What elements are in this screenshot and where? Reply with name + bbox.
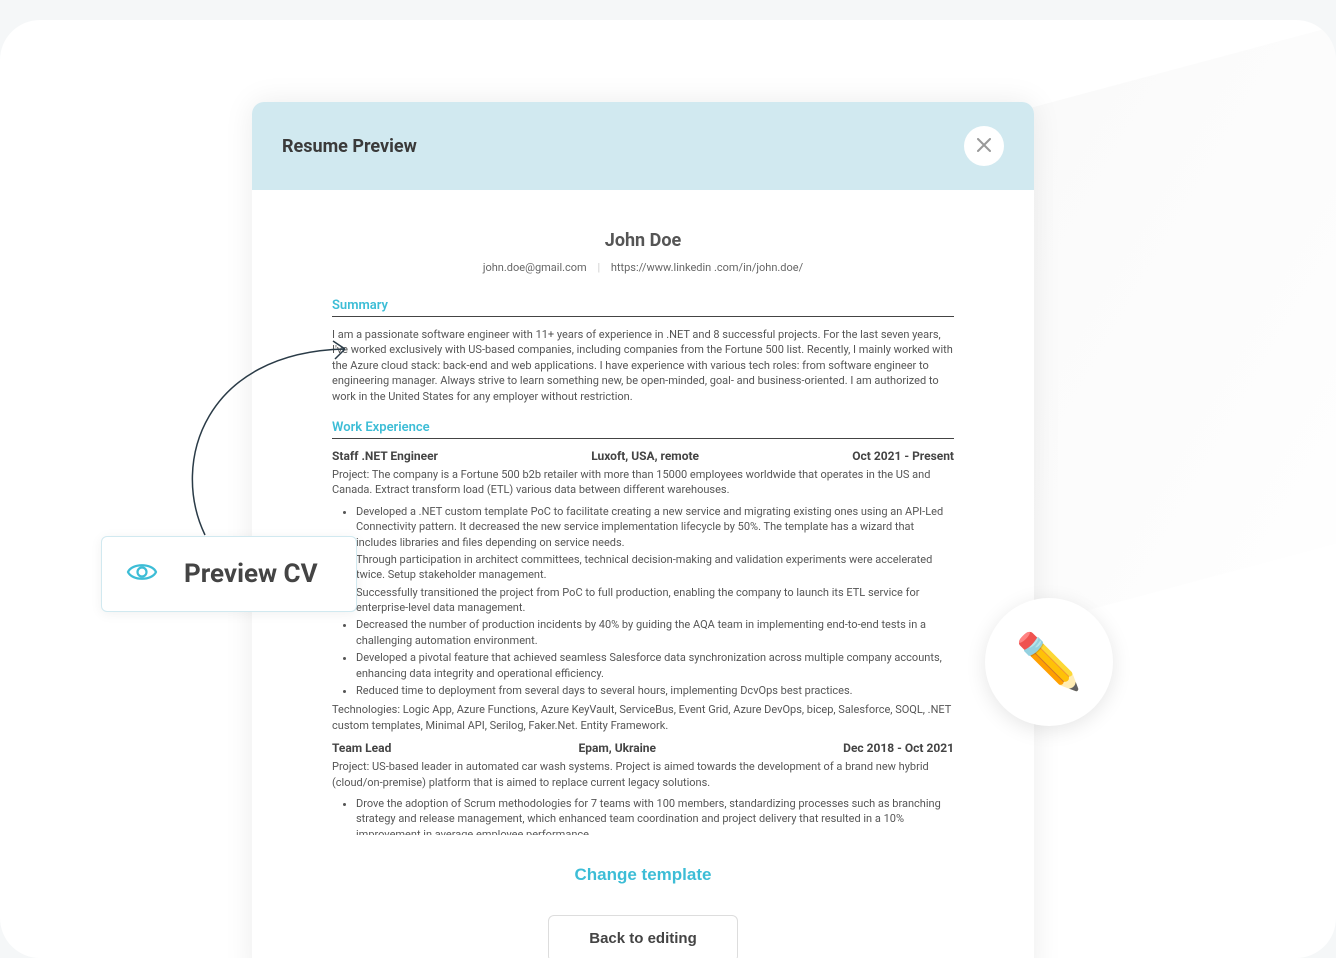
resume-linkedin: https://www.linkedin .com/in/john.doe/ bbox=[611, 261, 803, 274]
job-company: Luxoft, USA, remote bbox=[438, 449, 852, 463]
edit-pencil-button[interactable]: ✏️ bbox=[985, 598, 1113, 726]
close-button[interactable] bbox=[964, 126, 1004, 166]
preview-cv-label: Preview CV bbox=[184, 559, 318, 589]
job-dates: Oct 2021 - Present bbox=[852, 449, 954, 463]
eye-icon bbox=[126, 560, 158, 588]
change-template-link[interactable]: Change template bbox=[575, 865, 712, 885]
job-project: Project: US-based leader in automated ca… bbox=[332, 759, 954, 790]
job-bullet: Through participation in architect commi… bbox=[356, 552, 954, 583]
modal-footer: Change template Back to editing bbox=[322, 835, 964, 958]
resume-document: John Doe john.doe@gmail.com | https://ww… bbox=[322, 210, 964, 835]
job-entry: Team LeadEpam, UkraineDec 2018 - Oct 202… bbox=[332, 741, 954, 835]
job-entry: Staff .NET EngineerLuxoft, USA, remoteOc… bbox=[332, 449, 954, 733]
job-bullet: Developed a .NET custom template PoC to … bbox=[356, 504, 954, 550]
job-header: Staff .NET EngineerLuxoft, USA, remoteOc… bbox=[332, 449, 954, 463]
resume-contact: john.doe@gmail.com | https://www.linkedi… bbox=[332, 261, 954, 274]
back-to-editing-button[interactable]: Back to editing bbox=[548, 915, 738, 958]
summary-text: I am a passionate software engineer with… bbox=[332, 327, 954, 404]
modal-title: Resume Preview bbox=[282, 136, 417, 157]
modal-header: Resume Preview bbox=[252, 102, 1034, 190]
job-title: Staff .NET Engineer bbox=[332, 449, 438, 463]
resume-name: John Doe bbox=[332, 230, 954, 251]
summary-heading: Summary bbox=[332, 298, 954, 317]
job-bullets: Developed a .NET custom template PoC to … bbox=[332, 504, 954, 699]
job-bullets: Drove the adoption of Scrum methodologie… bbox=[332, 796, 954, 835]
job-company: Epam, Ukraine bbox=[391, 741, 843, 755]
job-project: Project: The company is a Fortune 500 b2… bbox=[332, 467, 954, 498]
preview-cv-popover[interactable]: Preview CV bbox=[101, 536, 357, 612]
job-bullet: Successfully transitioned the project fr… bbox=[356, 585, 954, 616]
job-technologies: Technologies: Logic App, Azure Functions… bbox=[332, 702, 954, 733]
job-title: Team Lead bbox=[332, 741, 391, 755]
resume-email: john.doe@gmail.com bbox=[483, 261, 587, 274]
pencil-icon: ✏️ bbox=[1015, 631, 1082, 694]
job-bullet: Decreased the number of production incid… bbox=[356, 617, 954, 648]
resume-preview-modal: Resume Preview John Doe john.doe@gmail.c… bbox=[252, 102, 1034, 958]
job-bullet: Developed a pivotal feature that achieve… bbox=[356, 650, 954, 681]
job-bullet: Drove the adoption of Scrum methodologie… bbox=[356, 796, 954, 835]
close-icon bbox=[977, 136, 991, 157]
job-bullet: Reduced time to deployment from several … bbox=[356, 683, 954, 698]
job-dates: Dec 2018 - Oct 2021 bbox=[843, 741, 954, 755]
resume-scroll-area[interactable]: John Doe john.doe@gmail.com | https://ww… bbox=[322, 210, 964, 835]
work-experience-heading: Work Experience bbox=[332, 420, 954, 439]
job-header: Team LeadEpam, UkraineDec 2018 - Oct 202… bbox=[332, 741, 954, 755]
